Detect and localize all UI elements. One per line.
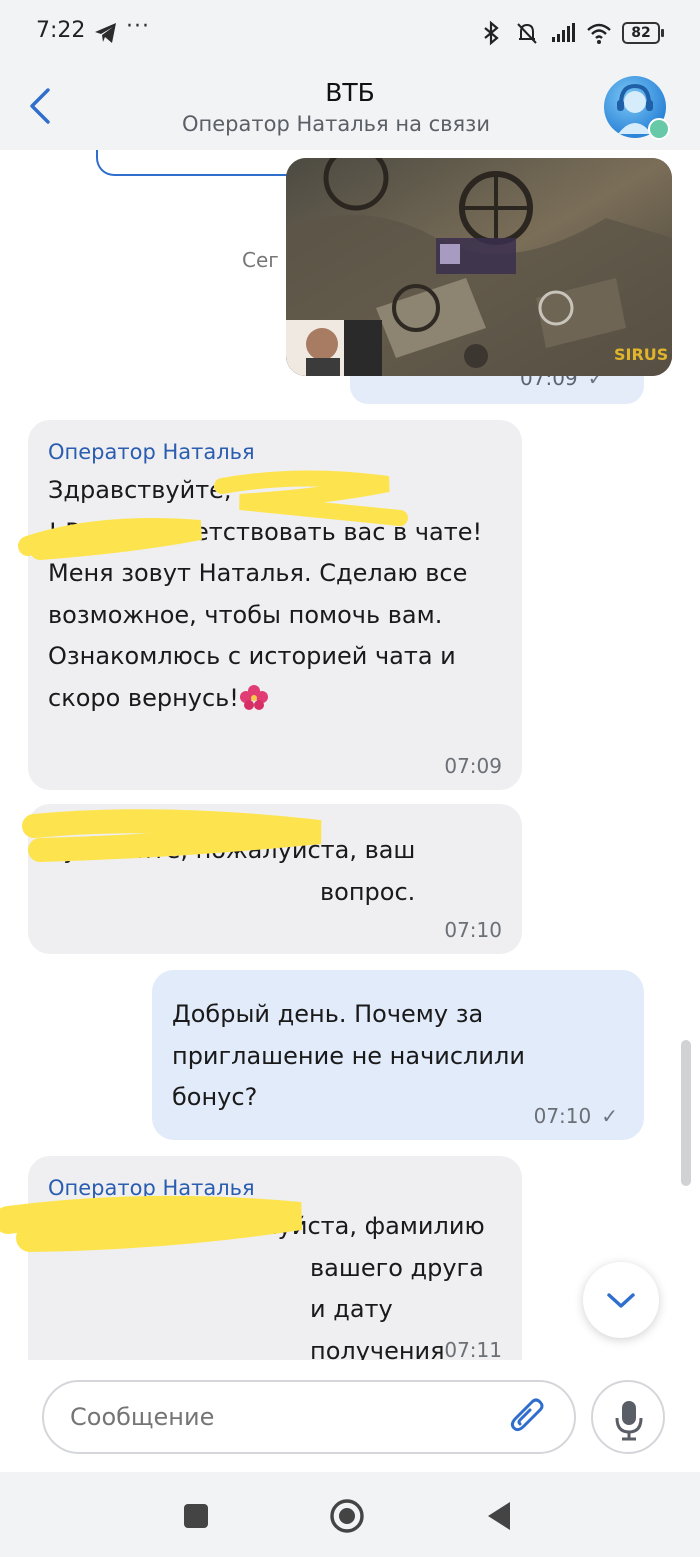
chevron-down-icon (607, 1293, 635, 1308)
status-time: 7:22 (36, 18, 86, 43)
battery-indicator: 82 (622, 22, 664, 44)
system-navigation-bar (0, 1472, 700, 1557)
home-circle-icon[interactable] (327, 1496, 367, 1536)
chat-title: ВТБ (325, 78, 375, 107)
online-badge (648, 118, 670, 140)
wifi-icon (587, 23, 611, 44)
muted-bell-icon (517, 23, 537, 44)
date-separator: Сег (242, 248, 279, 272)
message-time: 07:10 (444, 918, 502, 942)
message-time-text: 07:10 (533, 1104, 592, 1128)
message-time: 07:09 (444, 754, 502, 778)
bluetooth-icon (484, 20, 499, 46)
image-watermark: SIRUS (614, 345, 668, 364)
telegram-icon (95, 23, 116, 43)
message-text: Здравствуйте, ! Рада приветствовать вас … (48, 470, 502, 719)
message-text: , уточните, пожалуйста, ваш вопрос. (48, 836, 424, 906)
microphone-icon (615, 1401, 643, 1441)
chat-header: ВТБ Оператор Наталья на связи (0, 62, 700, 150)
incoming-message[interactable]: Оператор Наталья , уточните, пожалуйста,… (28, 1156, 522, 1360)
sender-name: Оператор Наталья (48, 1176, 255, 1200)
incoming-message[interactable]: Оператор Наталья Здравствуйте, ! Рада пр… (28, 420, 522, 790)
chat-history[interactable]: Сег 07:09 ✓ SIRUS Оператор Наталья Здрав… (0, 150, 700, 1360)
message-text: Добрый день. Почему за приглашение не на… (172, 1000, 533, 1111)
read-check-icon: ✓ (601, 1104, 618, 1128)
message-input[interactable] (42, 1380, 576, 1454)
previous-message-edge (96, 150, 296, 176)
incoming-message[interactable]: , уточните, пожалуйста, ваш вопрос. 07:1… (28, 804, 522, 954)
message-time: 07:11 (444, 1338, 502, 1360)
back-triangle-icon[interactable] (480, 1496, 520, 1536)
signal-icon (552, 23, 575, 42)
operator-avatar[interactable] (604, 76, 670, 140)
more-notifications-icon: ··· (126, 14, 150, 39)
status-bar: 7:22 ··· 82 (0, 0, 700, 62)
voice-message-button[interactable] (591, 1380, 665, 1454)
sender-name: Оператор Наталья (48, 440, 255, 464)
chat-subtitle: Оператор Наталья на связи (182, 112, 490, 136)
recents-square-icon[interactable] (176, 1496, 216, 1536)
game-screenshot-image: SIRUS (286, 158, 672, 376)
hibiscus-emoji-icon (239, 684, 268, 710)
scrollbar[interactable] (681, 1040, 691, 1186)
image-attachment[interactable]: SIRUS (286, 158, 672, 376)
scroll-to-bottom-button[interactable] (583, 1262, 659, 1338)
message-text-content: Здравствуйте, ! Рада приветствовать вас … (48, 476, 483, 712)
status-icons: 82 (478, 18, 664, 48)
message-composer (0, 1360, 700, 1472)
outgoing-message[interactable]: Добрый день. Почему за приглашение не на… (152, 970, 644, 1140)
paperclip-icon[interactable] (508, 1396, 548, 1438)
message-text: , уточните, пожалуйста, фамилию вашего д… (48, 1212, 485, 1360)
message-time: 07:10 ✓ (534, 1104, 618, 1128)
